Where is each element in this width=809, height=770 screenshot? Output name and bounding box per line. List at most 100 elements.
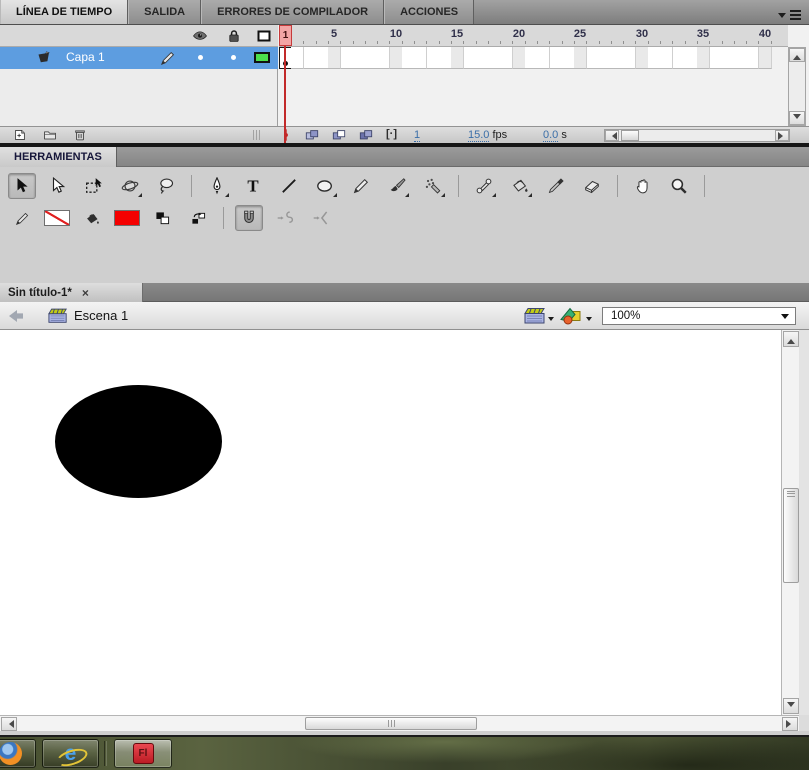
scroll-up-button[interactable] — [783, 331, 799, 347]
magnet-icon — [240, 209, 258, 227]
frame-cell[interactable] — [451, 47, 464, 69]
bone-tool[interactable] — [470, 173, 498, 199]
scroll-left-button[interactable] — [605, 130, 619, 141]
panel-tab-l-nea-de-tiempo[interactable]: LÍNEA DE TIEMPO — [0, 0, 129, 24]
eraser-tool[interactable] — [578, 173, 606, 199]
panel-resize-grip[interactable] — [253, 130, 260, 140]
new-folder-button[interactable] — [42, 128, 58, 142]
pencil-tool[interactable] — [347, 173, 375, 199]
onion-skin-outlines-button[interactable] — [331, 128, 347, 142]
frame-cell[interactable] — [623, 47, 636, 69]
layer-visibility-dot[interactable] — [198, 55, 203, 60]
free-transform-tool[interactable] — [80, 173, 108, 199]
spray-icon — [424, 177, 442, 195]
current-frame-marker[interactable]: 1 — [279, 25, 292, 46]
timeline-horizontal-scrollbar[interactable] — [604, 129, 790, 142]
ruler-tick — [512, 41, 513, 44]
scrollbar-thumb[interactable] — [305, 717, 477, 730]
stage-horizontal-scrollbar[interactable] — [0, 715, 799, 731]
scroll-right-button[interactable] — [775, 130, 789, 141]
onion-skin-button[interactable] — [304, 128, 320, 142]
smooth-button[interactable] — [271, 205, 299, 231]
delete-layer-button[interactable] — [72, 128, 88, 142]
oval-tool[interactable] — [311, 173, 339, 199]
edit-multiple-frames-button[interactable] — [358, 128, 374, 142]
back-button[interactable] — [8, 309, 24, 323]
scroll-right-button[interactable] — [782, 717, 798, 731]
subselection-tool[interactable] — [44, 173, 72, 199]
panel-tab-acciones[interactable]: ACCIONES — [384, 0, 475, 24]
black-ellipse-shape[interactable] — [55, 385, 222, 498]
lock-layers-icon[interactable] — [226, 28, 242, 44]
frame-cell[interactable] — [328, 47, 341, 69]
brush-tool[interactable] — [383, 173, 411, 199]
fill-color-icon[interactable] — [78, 205, 106, 231]
selection-tool[interactable] — [8, 173, 36, 199]
new-layer-button[interactable] — [12, 128, 28, 142]
frame-cell[interactable] — [500, 47, 513, 69]
spray-brush-tool[interactable] — [419, 173, 447, 199]
zoom-level-combobox[interactable]: 100% — [602, 307, 796, 325]
frame-cell[interactable] — [759, 47, 772, 69]
frame-cell[interactable] — [377, 47, 390, 69]
zoom-tool[interactable] — [665, 173, 693, 199]
3d-rotation-tool[interactable] — [116, 173, 144, 199]
stroke-color-icon[interactable] — [8, 205, 36, 231]
scroll-down-button[interactable] — [783, 698, 799, 714]
frame-cell[interactable] — [574, 47, 587, 69]
frame-rate-indicator[interactable]: 15.0 fps — [468, 129, 507, 142]
fill-color-swatch[interactable] — [114, 210, 140, 226]
panel-menu-button[interactable] — [778, 8, 801, 22]
line-tool[interactable] — [275, 173, 303, 199]
lasso-tool[interactable] — [152, 173, 180, 199]
default-colors-button[interactable] — [148, 205, 176, 231]
frame-cell[interactable] — [746, 47, 759, 69]
scroll-up-button[interactable] — [789, 48, 805, 62]
playhead-line[interactable] — [284, 46, 286, 143]
ruler-tick — [537, 41, 538, 44]
layer-row[interactable]: Capa 1 — [0, 47, 278, 69]
internet-explorer-taskbar-button[interactable]: e — [42, 739, 99, 768]
tab-herramientas[interactable]: HERRAMIENTAS — [0, 147, 117, 167]
scroll-left-button[interactable] — [1, 717, 17, 731]
swap-colors-button[interactable] — [184, 205, 212, 231]
layer-name[interactable]: Capa 1 — [66, 50, 105, 64]
show-hide-layers-icon[interactable] — [192, 28, 208, 44]
panel-tab-salida[interactable]: SALIDA — [128, 0, 202, 24]
close-icon[interactable]: × — [82, 287, 89, 299]
layer-frames-row[interactable] — [279, 47, 788, 69]
frame-ruler[interactable]: 5 10 15 20 25 30 35 40 1 — [279, 25, 788, 47]
frame-cell[interactable] — [414, 47, 427, 69]
ruler-tick — [734, 41, 735, 44]
toolbar-divider — [191, 175, 192, 197]
document-tab[interactable]: Sin título-1* × — [0, 283, 143, 302]
timeline-vertical-scrollbar[interactable] — [788, 47, 806, 126]
modify-onion-markers-button[interactable]: [·] — [386, 128, 397, 140]
pen-tool[interactable] — [203, 173, 231, 199]
stage-vertical-scrollbar[interactable] — [781, 330, 799, 715]
text-tool[interactable] — [239, 173, 267, 199]
layer-lock-dot[interactable] — [231, 55, 236, 60]
frame-cell[interactable] — [697, 47, 710, 69]
center-frame-button[interactable] — [278, 128, 294, 142]
stroke-color-swatch[interactable] — [44, 210, 70, 226]
edit-symbols-button[interactable] — [560, 306, 592, 325]
scrollbar-thumb[interactable] — [621, 130, 639, 141]
edit-scene-button[interactable] — [524, 306, 554, 325]
frame-cell[interactable] — [291, 47, 304, 69]
scroll-down-button[interactable] — [789, 111, 805, 125]
panel-tab-errores-de-compilador[interactable]: ERRORES DE COMPILADOR — [201, 0, 385, 24]
stage-canvas[interactable] — [0, 330, 781, 715]
frame-cell[interactable] — [537, 47, 550, 69]
frame-cell[interactable] — [660, 47, 673, 69]
snap-to-objects-toggle[interactable] — [235, 205, 263, 231]
paint-bucket-tool[interactable] — [506, 173, 534, 199]
hand-tool[interactable] — [629, 173, 657, 199]
firefox-taskbar-button[interactable] — [0, 739, 36, 768]
eyedropper-tool[interactable] — [542, 173, 570, 199]
outline-layers-icon[interactable] — [256, 28, 272, 44]
straighten-button[interactable] — [307, 205, 335, 231]
flash-taskbar-button[interactable]: Fl — [114, 739, 172, 768]
scrollbar-thumb[interactable] — [783, 488, 799, 583]
layer-outline-color-swatch[interactable] — [254, 52, 270, 63]
